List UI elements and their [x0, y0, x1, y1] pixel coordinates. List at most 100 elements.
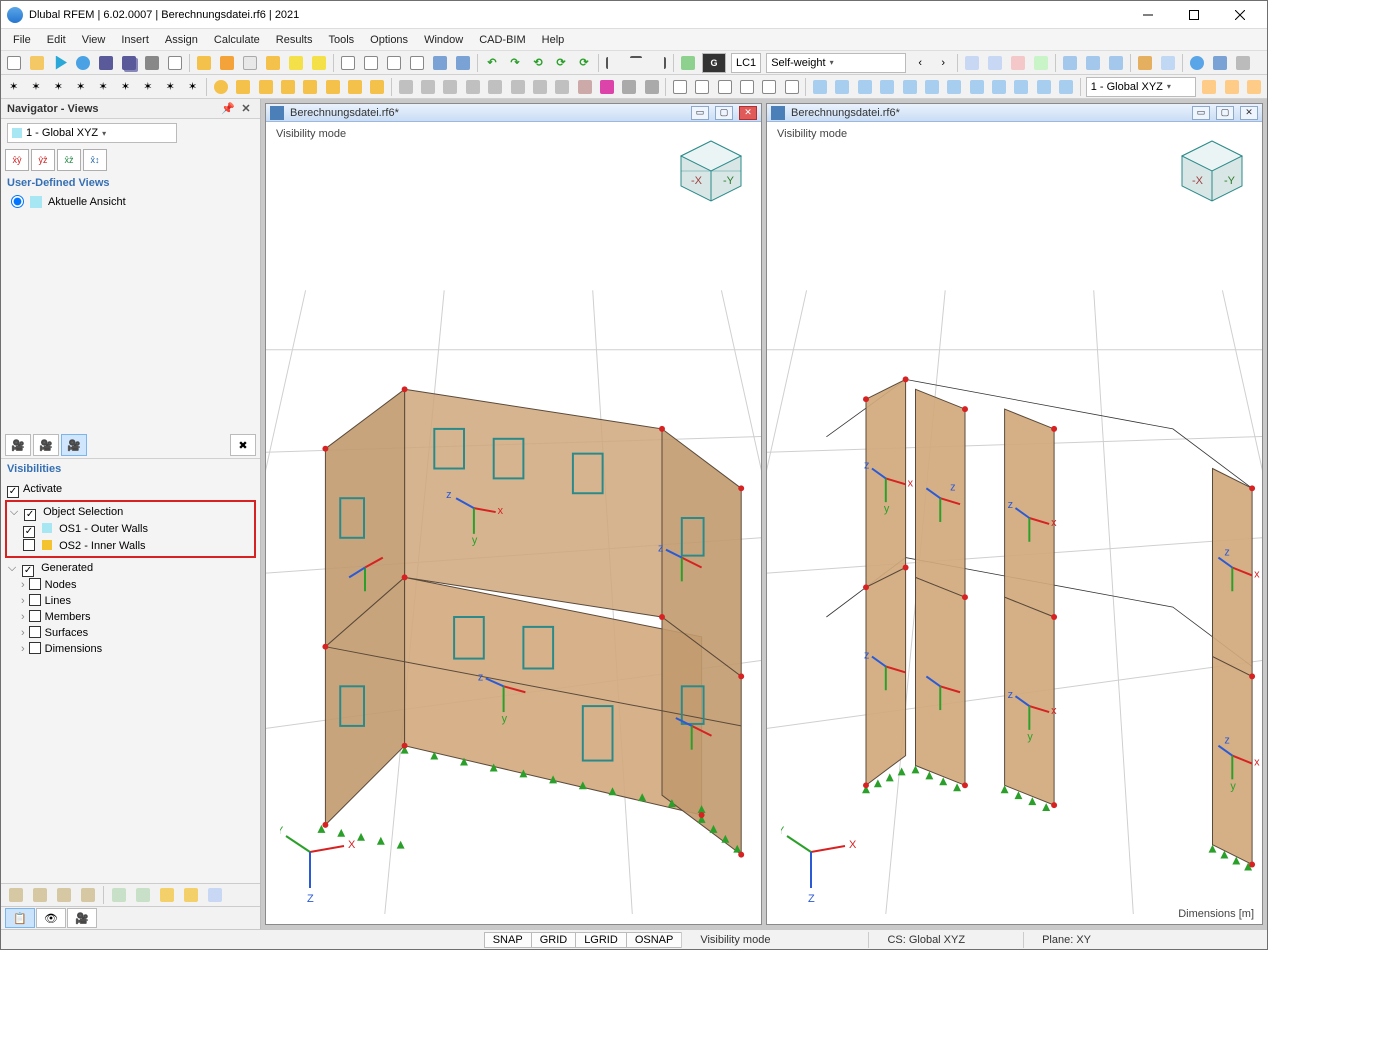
- os2-check[interactable]: [23, 539, 35, 551]
- material2-tool-icon[interactable]: [1157, 53, 1179, 73]
- browser-icon[interactable]: [1186, 53, 1208, 73]
- solid-node-icon[interactable]: [193, 53, 215, 73]
- reload-icon[interactable]: ⟳: [573, 53, 595, 73]
- prev-lc-icon[interactable]: ‹: [909, 53, 931, 73]
- menu-edit[interactable]: Edit: [39, 32, 74, 48]
- star4-icon[interactable]: ✶: [70, 77, 91, 97]
- open-icon[interactable]: [26, 53, 48, 73]
- next-lc-icon[interactable]: ›: [932, 53, 954, 73]
- lc-code[interactable]: LC1: [731, 53, 761, 73]
- mesh6-icon[interactable]: [921, 77, 942, 97]
- grid-toggle[interactable]: GRID: [531, 932, 577, 948]
- menu-calculate[interactable]: Calculate: [206, 32, 268, 48]
- cube-tool-icon[interactable]: [1209, 53, 1231, 73]
- win-5-icon[interactable]: [736, 77, 757, 97]
- view-xz-button[interactable]: x̂ẑ: [57, 149, 81, 171]
- sel2-icon[interactable]: [417, 77, 438, 97]
- camera-delete-icon[interactable]: ✖: [230, 434, 256, 456]
- pbtn9-icon[interactable]: [204, 885, 226, 905]
- viewport2-canvas[interactable]: Visibility mode -X -Y: [767, 122, 1262, 924]
- align-x-icon[interactable]: [1199, 77, 1220, 97]
- mesh4-icon[interactable]: [877, 77, 898, 97]
- star1-icon[interactable]: ✶: [3, 77, 24, 97]
- play-icon[interactable]: [49, 53, 71, 73]
- sel11-icon[interactable]: [619, 77, 640, 97]
- cs-combo-toolbar[interactable]: 1 - Global XYZ▾: [1086, 77, 1196, 97]
- props-icon[interactable]: [383, 53, 405, 73]
- surfaces-expand-icon[interactable]: ›: [21, 627, 25, 639]
- deform-icon[interactable]: [961, 53, 983, 73]
- arc-tool-icon[interactable]: [255, 77, 276, 97]
- gen-check[interactable]: [22, 565, 34, 577]
- mesh7-icon[interactable]: [944, 77, 965, 97]
- menu-tools[interactable]: Tools: [320, 32, 362, 48]
- pbtn1-icon[interactable]: [5, 885, 27, 905]
- snap-toggle[interactable]: SNAP: [484, 932, 532, 948]
- lgrid-toggle[interactable]: LGRID: [575, 932, 627, 948]
- new-icon[interactable]: [3, 53, 25, 73]
- view-yz-button[interactable]: ŷẑ: [31, 149, 55, 171]
- vp2-min-icon[interactable]: ▭: [1192, 106, 1210, 120]
- bound-right-icon[interactable]: [648, 53, 670, 73]
- bound-left-icon[interactable]: [602, 53, 624, 73]
- solid-tool-icon[interactable]: [322, 77, 343, 97]
- star2-icon[interactable]: ✶: [25, 77, 46, 97]
- print-icon[interactable]: [141, 53, 163, 73]
- dimensions-expand-icon[interactable]: ›: [21, 643, 25, 655]
- lattice-icon[interactable]: [239, 53, 261, 73]
- camera3-icon[interactable]: 🎥: [61, 434, 87, 456]
- pbtn7-icon[interactable]: [156, 885, 178, 905]
- close-button[interactable]: [1217, 1, 1263, 29]
- current-view-radio[interactable]: [11, 195, 24, 208]
- mesh9-icon[interactable]: [988, 77, 1009, 97]
- table2-icon[interactable]: [360, 53, 382, 73]
- view-xy-button[interactable]: x̂ŷ: [5, 149, 29, 171]
- solid-cube-icon[interactable]: [216, 53, 238, 73]
- mesh12-icon[interactable]: [1055, 77, 1076, 97]
- surface-tool-icon[interactable]: [300, 77, 321, 97]
- compare-icon[interactable]: [429, 53, 451, 73]
- viewport1-canvas[interactable]: Visibility mode -X -Y: [266, 122, 761, 924]
- star3-icon[interactable]: ✶: [48, 77, 69, 97]
- vp1-min-icon[interactable]: ▭: [691, 106, 709, 120]
- tab-eye[interactable]: 👁: [36, 908, 66, 928]
- activate-check[interactable]: [7, 486, 19, 498]
- panel-pin-icon[interactable]: 📌: [220, 101, 236, 117]
- mesh2-icon[interactable]: [832, 77, 853, 97]
- vp1-close-icon[interactable]: ✕: [739, 106, 757, 120]
- sel8-icon[interactable]: [552, 77, 573, 97]
- surfaces-label[interactable]: Surfaces: [45, 627, 88, 639]
- sel10-icon[interactable]: [596, 77, 617, 97]
- save-icon[interactable]: [95, 53, 117, 73]
- menu-help[interactable]: Help: [534, 32, 573, 48]
- maximize-button[interactable]: [1171, 1, 1217, 29]
- osnap-toggle[interactable]: OSNAP: [626, 932, 683, 948]
- os1-label[interactable]: OS1 - Outer Walls: [59, 523, 148, 535]
- mesh1-icon[interactable]: [809, 77, 830, 97]
- menu-assign[interactable]: Assign: [157, 32, 206, 48]
- view-iso-button[interactable]: x̂↕: [83, 149, 107, 171]
- cs-combo-panel[interactable]: 1 - Global XYZ▾: [7, 123, 177, 143]
- bound-top-icon[interactable]: [625, 53, 647, 73]
- mesh3-icon[interactable]: [854, 77, 875, 97]
- menu-window[interactable]: Window: [416, 32, 471, 48]
- report-icon[interactable]: [164, 53, 186, 73]
- vp2-close-icon[interactable]: ✕: [1240, 106, 1258, 120]
- rotate-icon[interactable]: ⟲: [527, 53, 549, 73]
- panel-close-icon[interactable]: ✕: [238, 101, 254, 117]
- mesh8-icon[interactable]: [966, 77, 987, 97]
- gen-expander[interactable]: ⌵: [7, 560, 17, 576]
- sel3-icon[interactable]: [440, 77, 461, 97]
- layers-icon[interactable]: [452, 53, 474, 73]
- nodes-label[interactable]: Nodes: [45, 579, 77, 591]
- star7-icon[interactable]: ✶: [137, 77, 158, 97]
- star9-icon[interactable]: ✶: [182, 77, 203, 97]
- gear-tool-icon[interactable]: [72, 53, 94, 73]
- deform2-icon[interactable]: [984, 53, 1006, 73]
- spline-tool-icon[interactable]: [277, 77, 298, 97]
- support-tool-icon[interactable]: [308, 53, 330, 73]
- opening-tool-icon[interactable]: [344, 77, 365, 97]
- menu-results[interactable]: Results: [268, 32, 321, 48]
- lines-label[interactable]: Lines: [45, 595, 71, 607]
- camera1-icon[interactable]: 🎥: [5, 434, 31, 456]
